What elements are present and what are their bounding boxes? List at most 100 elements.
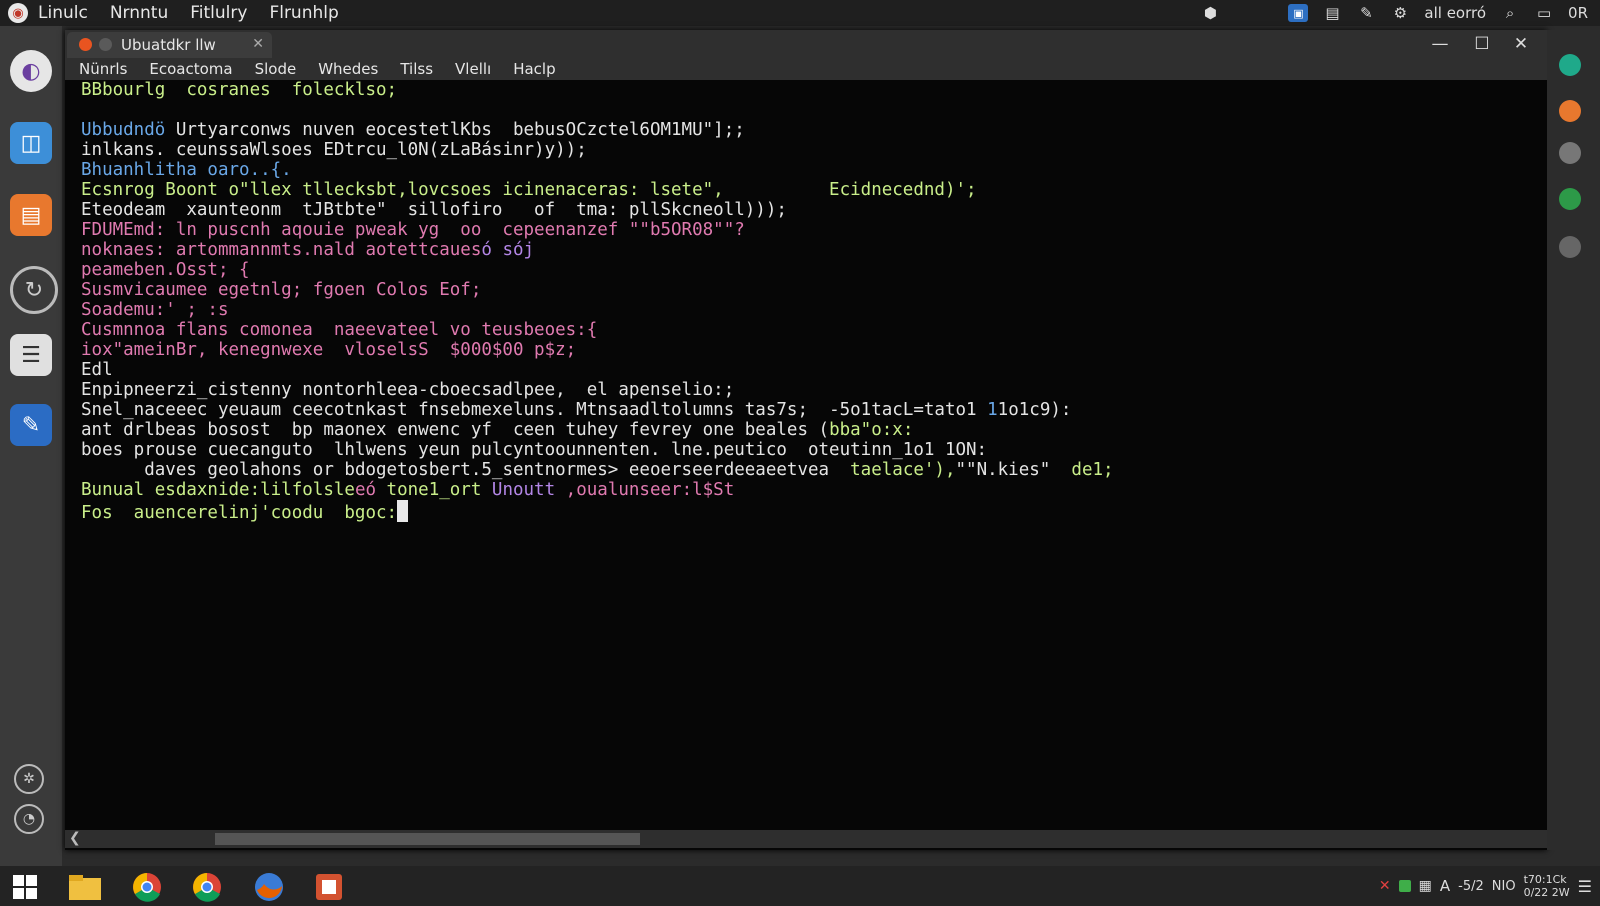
shield-icon[interactable]: ⬢ <box>1200 4 1220 22</box>
right-app-icon-1[interactable] <box>1559 54 1581 76</box>
terminal-text-segment: FDUMEmd: ln puscnh aqouie pweak yg oo ce… <box>81 220 745 240</box>
terminal-line: Enpipneerzi_cistenny nontorhleea-cboecsa… <box>81 380 1521 400</box>
terminal-line: boes prouse cuecanguto lhlwens yeun pulc… <box>81 440 1521 460</box>
menu-item-2[interactable]: Slode <box>255 60 297 78</box>
terminal-text-segment: BBbourlg cosranes folecklso; <box>81 80 398 100</box>
launcher-files-icon[interactable]: ◫ <box>10 122 52 164</box>
terminal-text-segment: Bunual esdaxnide:lilfolsle <box>81 480 355 500</box>
start-windows-icon[interactable] <box>8 872 42 902</box>
terminal-line: daves geolahons or bdogetosbert.5_sentno… <box>81 460 1521 480</box>
launcher-update-icon[interactable]: ↻ <box>10 266 58 314</box>
maximize-icon[interactable]: ☐ <box>1467 32 1497 56</box>
settings-gear-icon[interactable]: ⚙ <box>1390 4 1410 22</box>
terminal-text-segment: Eteodeam xaunteonm tJBtbte" sillofiro of… <box>81 200 787 220</box>
keyboard-icon[interactable]: ▦ <box>1419 878 1432 894</box>
scroll-left-icon[interactable]: ❮ <box>69 830 81 846</box>
terminal-text-segment: Urtyarconws nuven eocestetlKbs bebusOCzc… <box>175 120 745 140</box>
terminal-line: peameben.Osst; { <box>81 260 1521 280</box>
right-app-icon-5[interactable] <box>1559 236 1581 258</box>
tray-text-2: NIO <box>1491 878 1516 894</box>
menu-item-0[interactable]: Nünrls <box>79 60 127 78</box>
terminal-line: Cusmnnoa flans comonea naeevateel vo teu… <box>81 320 1521 340</box>
menu-item-5[interactable]: Vlellı <box>455 60 491 78</box>
top-menu-3[interactable]: Flrunhlp <box>269 3 338 23</box>
top-menu-0[interactable]: Linulc <box>38 3 88 23</box>
search-icon[interactable]: ⌕ <box>1500 4 1520 22</box>
notification-icon[interactable]: ☰ <box>1578 877 1592 896</box>
terminal-line: BBbourlg cosranes folecklso; <box>81 80 1521 100</box>
tray-text: -5/2 <box>1458 878 1484 894</box>
tab-close-icon[interactable]: ✕ <box>252 36 264 52</box>
ubuntu-logo-icon[interactable]: ◉ <box>8 3 28 23</box>
office-app-icon[interactable] <box>312 872 346 902</box>
terminal-text-segment: taelace'), <box>850 460 956 480</box>
terminal-line: Edl <box>81 360 1521 380</box>
terminal-text-segment: Snel_naceeec yeuaum ceecotnkast fnsebmex… <box>81 400 830 420</box>
launcher-app-1-icon[interactable]: ◐ <box>10 50 52 92</box>
terminal-tab[interactable]: Ubuatdkr llw ✕ <box>67 32 272 58</box>
right-app-icon-3[interactable] <box>1559 142 1581 164</box>
right-app-icon-2[interactable] <box>1559 100 1581 122</box>
taskbar-tray: ✕ ▦ A -5/2 NIO t70:1Ck 0/22 2W ☰ <box>1379 866 1592 906</box>
firefox-icon[interactable] <box>252 872 286 902</box>
terminal-line: Bunual esdaxnide:lilfolsleeó tone1_ort U… <box>81 480 1521 500</box>
terminal-line: ant drlbeas bosost bp maonex enwenc yf c… <box>81 420 1521 440</box>
terminal-cursor <box>397 500 409 522</box>
window-icon[interactable]: ▭ <box>1534 4 1554 22</box>
horizontal-scrollbar[interactable]: ❮ <box>65 830 1547 848</box>
terminal-line: Eteodeam xaunteonm tJBtbte" sillofiro of… <box>81 200 1521 220</box>
language-icon[interactable]: A <box>1440 877 1450 895</box>
launcher-dock: ◐ ◫ ▤ ↻ ☰ ✎ ✲ ◔ <box>0 26 62 866</box>
chrome-icon[interactable] <box>130 872 164 902</box>
terminal-text-segment: ,oualunseer:l$St <box>565 480 735 500</box>
message-icon[interactable]: ▤ <box>1322 4 1342 22</box>
terminal-line: Fos auencerelinj'coodu bgoc: <box>81 500 1521 523</box>
terminal-window: Ubuatdkr llw ✕ — ☐ ✕ Nünrls Ecoactoma Sl… <box>65 30 1547 850</box>
launcher-settings-icon[interactable]: ✲ <box>14 764 44 794</box>
error-icon[interactable]: ✕ <box>1379 878 1391 894</box>
minimize-dot-icon[interactable] <box>99 38 112 51</box>
terminal-text-segment: noknaes: artommannmts.nald aotettcaues <box>81 240 482 260</box>
terminal-text-segment: -5o1tac <box>829 400 903 420</box>
clock-date: 0/22 2W <box>1523 886 1570 899</box>
terminal-text-segment: Unoutt <box>491 480 566 500</box>
close-icon[interactable]: ✕ <box>1506 32 1536 56</box>
terminal-text-segment: ant drlbeas bosost bp maonex enwenc yf c… <box>81 420 830 440</box>
terminal-text-segment: EDtrcu_l0N(zLaBásinr)y)); <box>323 140 587 160</box>
terminal-line: iox"ameinBr, kenegnwexe vloselsS $000$00… <box>81 340 1521 360</box>
top-panel: ◉ Linulc Nrnntu Fitlulry Flrunhlp ⬢ ▣ ▤ … <box>0 0 1600 26</box>
terminal-text-segment: bba"o:x: <box>829 420 914 440</box>
close-dot-icon[interactable] <box>79 38 92 51</box>
terminal-output[interactable]: BBbourlg cosranes folecklso; Ubbudndö Urt… <box>81 80 1521 830</box>
launcher-document-icon[interactable]: ☰ <box>10 334 52 376</box>
scrollbar-thumb[interactable] <box>215 833 640 845</box>
launcher-office-icon[interactable]: ▤ <box>10 194 52 236</box>
terminal-text-segment: inlkans. ceunssaWlsoes <box>81 140 324 160</box>
status-green-icon[interactable] <box>1398 880 1411 892</box>
minimize-icon[interactable]: — <box>1425 32 1455 56</box>
chrome-icon-2[interactable] <box>190 872 224 902</box>
right-app-icon-4[interactable] <box>1559 188 1581 210</box>
terminal-text-segment: L=tato1 <box>902 400 988 420</box>
top-menu-1[interactable]: Nrnntu <box>110 3 168 23</box>
launcher-editor-icon[interactable]: ✎ <box>10 404 52 446</box>
menu-item-1[interactable]: Ecoactoma <box>149 60 232 78</box>
menu-item-4[interactable]: Tilss <box>400 60 433 78</box>
terminal-text-segment: iox"ameinBr, kenegnwexe vloselsS $000$00… <box>81 340 577 360</box>
terminal-text-segment: daves geolahons or <box>81 460 345 480</box>
right-panel-strip <box>1547 30 1600 850</box>
file-explorer-icon[interactable] <box>68 872 102 902</box>
menu-item-3[interactable]: Whedes <box>318 60 378 78</box>
taskbar-clock[interactable]: t70:1Ck 0/22 2W <box>1524 873 1570 899</box>
launcher-power-icon[interactable]: ◔ <box>14 804 44 834</box>
top-menu-2[interactable]: Fitlulry <box>190 3 247 23</box>
menu-item-6[interactable]: Haclp <box>513 60 555 78</box>
pen-icon[interactable]: ✎ <box>1356 4 1376 22</box>
terminal-text-segment: Ubbudndö <box>81 120 176 140</box>
terminal-line: inlkans. ceunssaWlsoes EDtrcu_l0N(zLaBás… <box>81 140 1521 160</box>
terminal-line: Bhuanhlitha oaro..{. <box>81 160 1521 180</box>
terminal-text-segment: Fos auencerelinj'coodu bgoc: <box>81 503 398 523</box>
network-icon[interactable]: ▣ <box>1288 4 1309 22</box>
terminal-line: FDUMEmd: ln puscnh aqouie pweak yg oo ce… <box>81 220 1521 240</box>
